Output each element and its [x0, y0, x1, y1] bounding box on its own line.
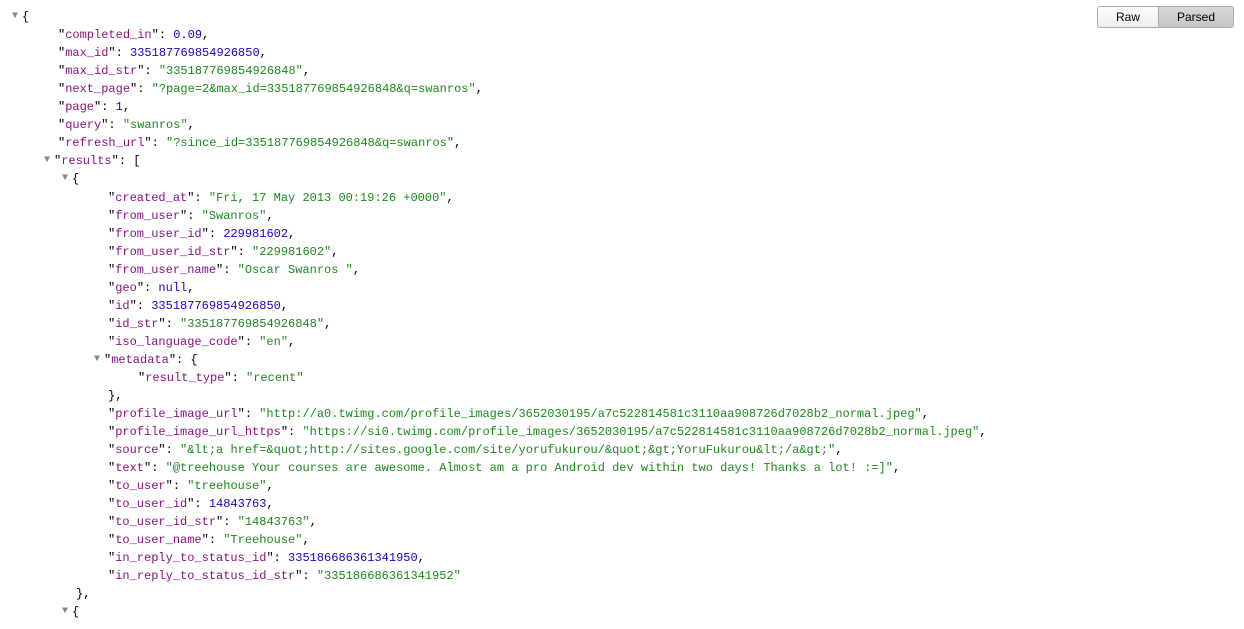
json-property: "id": 335187769854926850, — [8, 297, 1244, 315]
json-property: "to_user_name": "Treehouse", — [8, 531, 1244, 549]
raw-button[interactable]: Raw — [1098, 7, 1158, 27]
json-property: "to_user_id": 14843763, — [8, 495, 1244, 513]
json-property: "id_str": "335187769854926848", — [8, 315, 1244, 333]
json-property: ▼"results": [ — [8, 152, 1244, 170]
json-array-item: ▼{ — [8, 603, 1244, 621]
json-property: "from_user_id_str": "229981602", — [8, 243, 1244, 261]
json-property: "in_reply_to_status_id_str": "3351866863… — [8, 567, 1244, 585]
parsed-button[interactable]: Parsed — [1158, 7, 1233, 27]
json-property: "query": "swanros", — [8, 116, 1244, 134]
json-property: ▼"metadata": { — [8, 351, 1244, 369]
json-property: "text": "@treehouse Your courses are awe… — [8, 459, 1244, 477]
json-property: "from_user_name": "Oscar Swanros ", — [8, 261, 1244, 279]
json-property: "in_reply_to_status_id": 335186686361341… — [8, 549, 1244, 567]
json-property: "iso_language_code": "en", — [8, 333, 1244, 351]
json-property: "page": 1, — [8, 98, 1244, 116]
collapse-toggle-icon[interactable]: ▼ — [94, 351, 104, 369]
json-property: "to_user_id_str": "14843763", — [8, 513, 1244, 531]
json-property: "from_user_id": 229981602, — [8, 225, 1244, 243]
json-array-item: ▼{ — [8, 170, 1244, 188]
json-property: "geo": null, — [8, 279, 1244, 297]
json-property: "max_id_str": "335187769854926848", — [8, 62, 1244, 80]
collapse-toggle-icon[interactable]: ▼ — [44, 152, 54, 170]
json-property: "result_type": "recent" — [8, 369, 1244, 387]
collapse-toggle-icon[interactable]: ▼ — [12, 8, 22, 26]
json-property: "created_at": "Fri, 17 May 2013 00:19:26… — [8, 189, 1244, 207]
view-toggle: Raw Parsed — [1097, 6, 1234, 28]
collapse-toggle-icon[interactable]: ▼ — [62, 603, 72, 621]
json-property: "refresh_url": "?since_id=33518776985492… — [8, 134, 1244, 152]
json-property: "next_page": "?page=2&max_id=33518776985… — [8, 80, 1244, 98]
json-property: "profile_image_url_https": "https://si0.… — [8, 423, 1244, 441]
json-property: "from_user": "Swanros", — [8, 207, 1244, 225]
json-viewer: ▼{ "completed_in": 0.09, "max_id": 33518… — [0, 8, 1244, 621]
json-property: "max_id": 335187769854926850, — [8, 44, 1244, 62]
collapse-toggle-icon[interactable]: ▼ — [62, 170, 72, 188]
json-property: "to_user": "treehouse", — [8, 477, 1244, 495]
json-property: "profile_image_url": "http://a0.twimg.co… — [8, 405, 1244, 423]
json-property: "completed_in": 0.09, — [8, 26, 1244, 44]
json-property: "source": "&lt;a href=&quot;http://sites… — [8, 441, 1244, 459]
